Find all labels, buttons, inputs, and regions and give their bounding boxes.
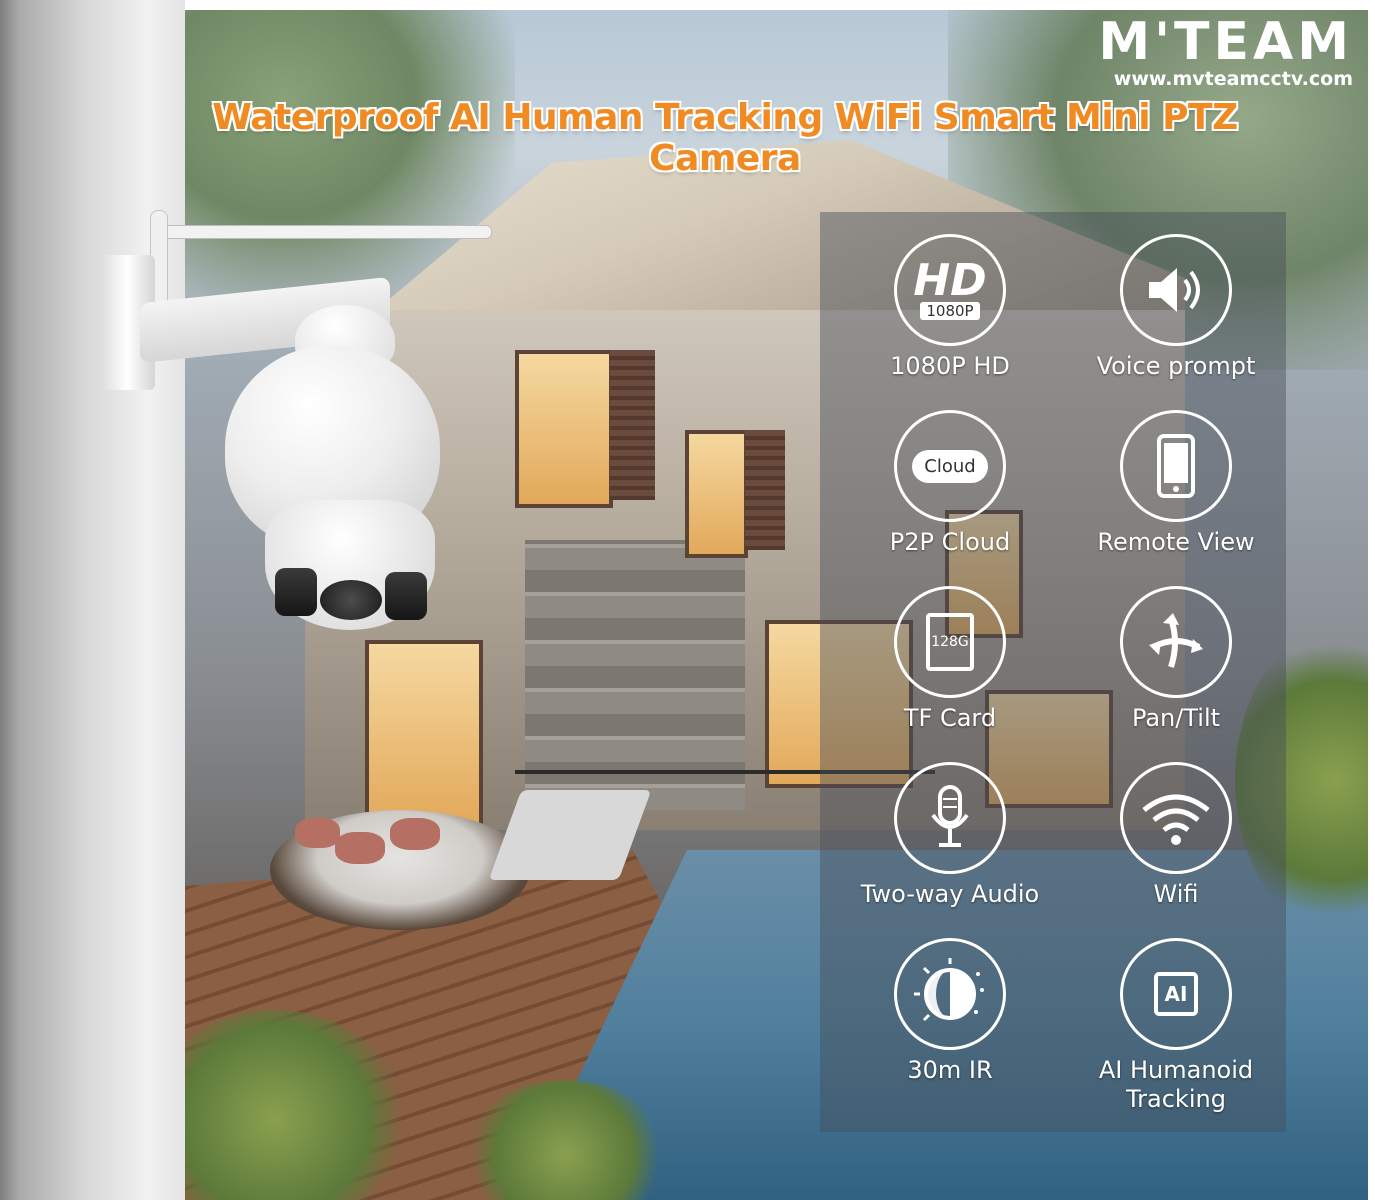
hd-icon-badge: 1080P: [920, 301, 980, 320]
feature-pan-tilt: Pan/Tilt: [1066, 586, 1286, 732]
ir-led-array: [275, 568, 317, 616]
feature-remote-view: Remote View: [1066, 410, 1286, 556]
feature-label: Wifi: [1153, 880, 1199, 908]
headline: Waterproof AI Human Tracking WiFi Smart …: [212, 97, 1238, 179]
hd-1080p-icon: HD 1080P: [894, 234, 1006, 346]
ai-chip-icon: AI: [1120, 938, 1232, 1050]
brand-name: M'TEAM: [1098, 12, 1353, 72]
feature-label: Remote View: [1097, 528, 1255, 556]
house-window: [515, 350, 613, 508]
brand-logo: M'TEAM www.mvteamcctv.com: [1068, 15, 1353, 89]
wall-pole: [0, 0, 185, 1200]
hd-icon-text: HD: [913, 254, 987, 306]
cloud-icon: Cloud: [894, 410, 1006, 522]
feature-two-way-audio: Two-way Audio: [840, 762, 1060, 908]
feature-ai-humanoid-tracking: AI AI Humanoid Tracking: [1066, 938, 1286, 1114]
cushion: [390, 818, 440, 850]
feature-label: 30m IR: [907, 1056, 993, 1084]
feature-label: TF Card: [903, 704, 997, 732]
cushion: [295, 818, 340, 848]
feature-label: Voice prompt: [1096, 352, 1256, 380]
wifi-icon: [1120, 762, 1232, 874]
feature-wifi: Wifi: [1066, 762, 1286, 908]
ir-led-array: [385, 572, 427, 620]
feature-1080p-hd: HD 1080P 1080P HD: [840, 234, 1060, 380]
feature-label: P2P Cloud: [889, 528, 1011, 556]
sd-card-icon: 128G: [894, 586, 1006, 698]
brand-url: www.mvteamcctv.com: [1113, 68, 1353, 90]
feature-tf-card: 128G TF Card: [840, 586, 1060, 732]
feature-label: Pan/Tilt: [1131, 704, 1221, 732]
features-panel: HD 1080P 1080P HD Voice prompt Cloud P2P…: [820, 212, 1286, 1132]
camera-antenna: [150, 225, 492, 239]
feature-label: AI Humanoid Tracking: [1098, 1056, 1254, 1113]
cloud-icon-text: Cloud: [912, 449, 988, 483]
feature-30m-ir: 30m IR: [840, 938, 1060, 1084]
pan-tilt-arrows-icon: [1120, 586, 1232, 698]
window-shutter: [745, 430, 785, 550]
house-window: [365, 640, 483, 828]
feature-p2p-cloud: Cloud P2P Cloud: [840, 410, 1060, 556]
speaker-icon: [1120, 234, 1232, 346]
microphone-icon: [894, 762, 1006, 874]
feature-label: Two-way Audio: [860, 880, 1040, 908]
house-window: [685, 430, 748, 558]
feature-voice-prompt: Voice prompt: [1066, 234, 1286, 380]
camera-lens: [320, 580, 382, 620]
product-banner: M'TEAM www.mvteamcctv.com Waterproof AI …: [0, 0, 1375, 1200]
feature-label: 1080P HD: [890, 352, 1010, 380]
smartphone-icon: [1120, 410, 1232, 522]
ai-chip-text: AI: [1154, 972, 1198, 1016]
cushion: [335, 832, 385, 864]
night-vision-icon: [894, 938, 1006, 1050]
window-shutter: [610, 350, 655, 500]
sd-card-text: 128G: [926, 613, 974, 671]
